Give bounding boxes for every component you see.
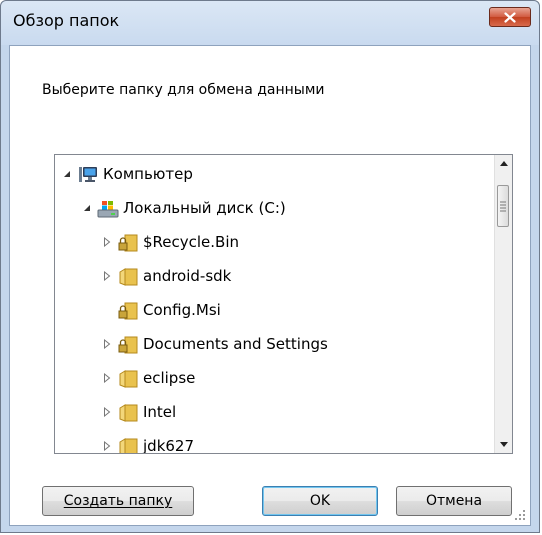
locked-folder-icon: [117, 301, 138, 320]
collapsed-triangle-icon[interactable]: [101, 440, 113, 452]
tree-item-label: $Recycle.Bin: [143, 233, 240, 251]
tree-item-label: Компьютер: [103, 165, 193, 183]
tree-item-jdk627[interactable]: jdk627: [101, 431, 194, 453]
tree-item-label: Config.Msi: [143, 301, 221, 319]
arrow-down-icon: [499, 442, 508, 447]
locked-folder-icon: [117, 335, 138, 354]
vertical-scrollbar[interactable]: [494, 155, 512, 453]
tree-item-local-disk[interactable]: Локальный диск (C:): [81, 193, 286, 223]
new-folder-button-label: Создать папку: [63, 493, 173, 509]
expanded-triangle-icon[interactable]: [61, 168, 73, 180]
locked-folder-icon: [117, 233, 138, 252]
close-button[interactable]: [489, 7, 531, 27]
ok-button-label: OK: [309, 493, 331, 509]
scroll-up-button[interactable]: [495, 155, 512, 172]
folder-icon: [117, 403, 138, 422]
tree-item-label: Documents and Settings: [143, 335, 328, 353]
dialog-body: Выберите папку для обмена данными Компью…: [9, 45, 531, 526]
resize-grip-icon[interactable]: [514, 509, 526, 521]
drive-icon: [97, 199, 119, 218]
tree-item-label: eclipse: [143, 369, 196, 387]
tree-item-intel[interactable]: Intel: [101, 397, 176, 427]
tree-item-label: jdk627: [143, 437, 195, 453]
dialog-prompt: Выберите папку для обмена данными: [42, 82, 325, 98]
folder-icon: [117, 267, 138, 286]
tree-item-label: android-sdk: [143, 267, 232, 285]
computer-icon: [77, 165, 97, 183]
collapsed-triangle-icon[interactable]: [101, 372, 113, 384]
collapsed-triangle-icon[interactable]: [101, 236, 113, 248]
collapsed-triangle-icon[interactable]: [101, 406, 113, 418]
tree-item-documents-and-settings[interactable]: Documents and Settings: [101, 329, 328, 359]
scroll-thumb[interactable]: [497, 185, 509, 227]
cancel-button-label: Отмена: [425, 493, 483, 509]
folder-tree[interactable]: Компьютер Локальный диск (C:) $Recycle.B…: [54, 154, 513, 454]
tree-item-label: Локальный диск (C:): [123, 199, 286, 217]
tree-item-label: Intel: [143, 403, 177, 421]
folder-icon: [117, 437, 138, 453]
expanded-triangle-icon[interactable]: [81, 202, 93, 214]
grip-lines-icon: [500, 201, 506, 212]
collapsed-triangle-icon[interactable]: [101, 270, 113, 282]
window-title: Обзор папок: [13, 11, 120, 30]
new-folder-button[interactable]: Создать папку: [42, 486, 194, 516]
tree-item-eclipse[interactable]: eclipse: [101, 363, 195, 393]
arrow-up-icon: [499, 161, 508, 166]
title-bar[interactable]: Обзор папок: [1, 1, 539, 45]
cancel-button[interactable]: Отмена: [396, 486, 512, 516]
tree-item-computer[interactable]: Компьютер: [61, 159, 193, 189]
scroll-down-button[interactable]: [495, 436, 512, 453]
close-icon: [504, 11, 516, 23]
folder-tree-viewport: Компьютер Локальный диск (C:) $Recycle.B…: [55, 155, 495, 453]
tree-item-config-msi[interactable]: Config.Msi: [117, 295, 221, 325]
tree-item-recycle-bin[interactable]: $Recycle.Bin: [101, 227, 239, 257]
collapsed-triangle-icon[interactable]: [101, 338, 113, 350]
folder-browser-dialog: Обзор папок Выберите папку для обмена да…: [0, 0, 540, 533]
tree-item-android-sdk[interactable]: android-sdk: [101, 261, 231, 291]
folder-icon: [117, 369, 138, 388]
ok-button[interactable]: OK: [262, 486, 378, 516]
